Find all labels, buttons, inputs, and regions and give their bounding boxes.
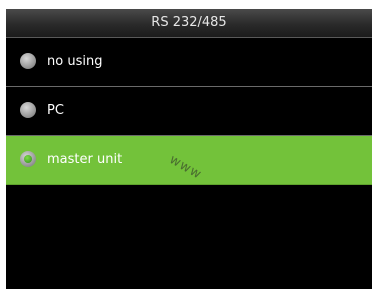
- option-master-unit[interactable]: master unit: [6, 136, 372, 185]
- screen-title: RS 232/485: [6, 9, 372, 38]
- radio-button-icon[interactable]: [20, 102, 36, 118]
- option-pc[interactable]: PC: [6, 87, 372, 136]
- option-label: PC: [47, 103, 64, 118]
- radio-button-icon[interactable]: [20, 53, 36, 69]
- radio-dot-icon: [24, 155, 32, 163]
- option-label: master unit: [47, 152, 123, 167]
- option-no-using[interactable]: no using: [6, 38, 372, 87]
- device-screen: RS 232/485 no using PC master unit: [6, 9, 372, 289]
- radio-button-icon[interactable]: [20, 151, 36, 167]
- option-label: no using: [47, 54, 103, 69]
- option-list: no using PC master unit: [6, 38, 372, 185]
